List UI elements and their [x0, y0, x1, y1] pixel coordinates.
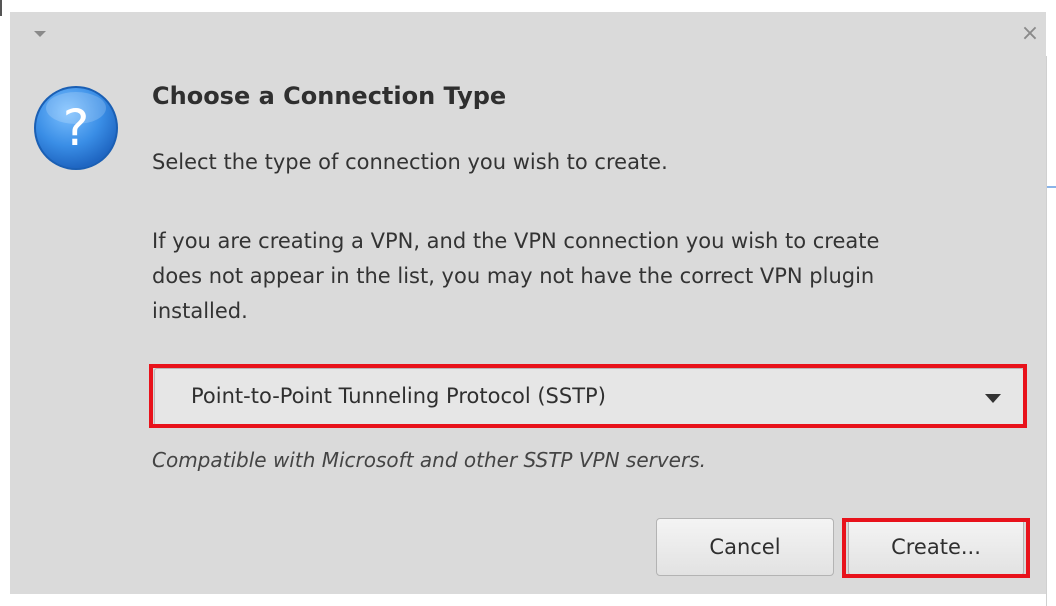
svg-text:?: ? [63, 99, 90, 157]
background-edge [0, 0, 2, 16]
question-icon: ? [34, 86, 118, 170]
create-button[interactable]: Create... [848, 518, 1024, 576]
window-menu-button[interactable] [30, 26, 50, 42]
dialog-subtitle: Select the type of connection you wish t… [152, 150, 668, 174]
description-line: If you are creating a VPN, and the VPN c… [152, 229, 880, 253]
dropdown-triangle-icon [34, 31, 46, 37]
connection-type-dropdown[interactable]: Point-to-Point Tunneling Protocol (SSTP) [154, 368, 1024, 426]
connection-type-dialog: × ? Choose a Connection Type Select the … [10, 12, 1046, 594]
connection-type-value: Point-to-Point Tunneling Protocol (SSTP) [191, 384, 606, 408]
dialog-titlebar: × [10, 12, 1046, 56]
background-accent-line [1047, 186, 1056, 188]
screen: × ? Choose a Connection Type Select the … [0, 0, 1056, 606]
dialog-description: If you are creating a VPN, and the VPN c… [152, 224, 992, 329]
description-line: installed. [152, 299, 248, 323]
close-button[interactable]: × [1016, 20, 1044, 48]
background-window-edge [1046, 56, 1056, 606]
chevron-down-icon [985, 394, 1001, 403]
connection-type-description: Compatible with Microsoft and other SSTP… [152, 448, 706, 472]
dialog-title: Choose a Connection Type [152, 82, 507, 110]
description-line: does not appear in the list, you may not… [152, 264, 875, 288]
close-icon: × [1020, 21, 1040, 46]
cancel-button[interactable]: Cancel [656, 518, 834, 576]
